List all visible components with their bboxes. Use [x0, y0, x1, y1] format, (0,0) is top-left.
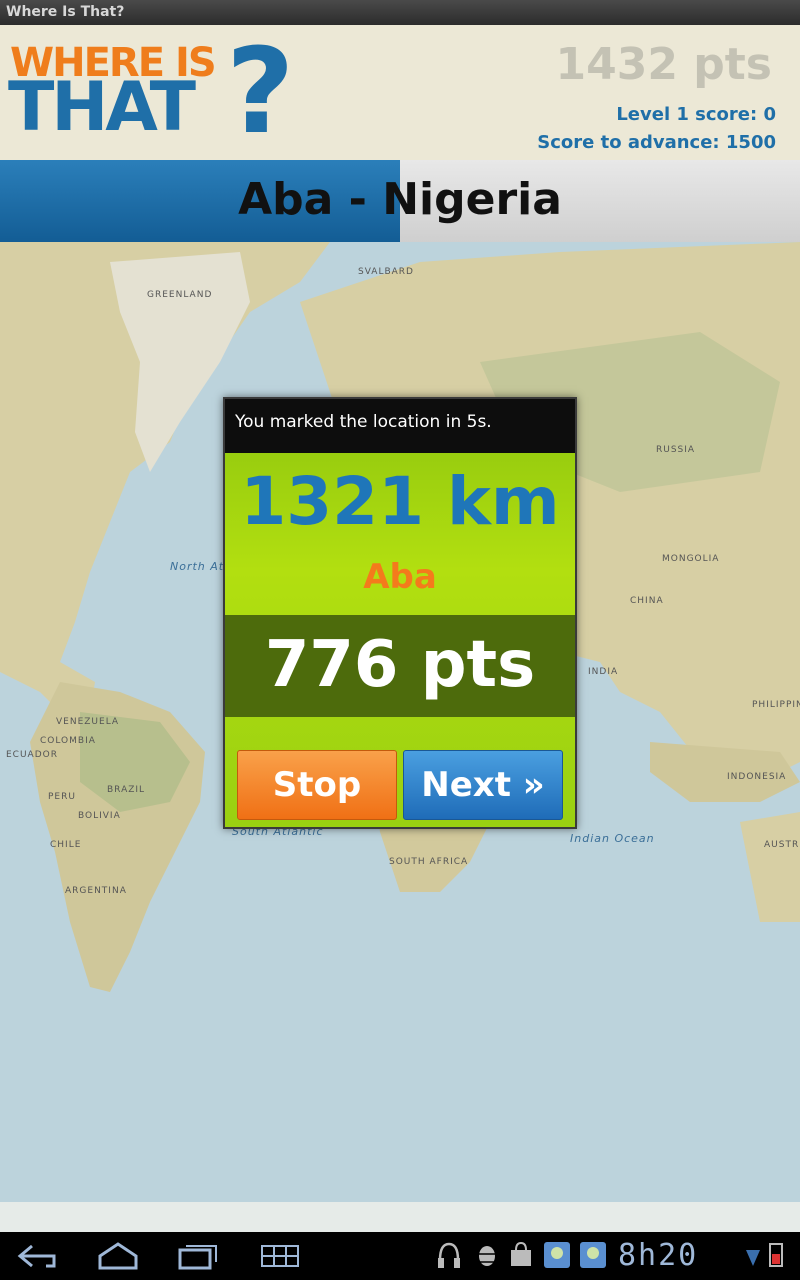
stop-button[interactable]: Stop: [237, 750, 397, 820]
battery-icon: [769, 1243, 783, 1267]
home-icon[interactable]: [96, 1240, 140, 1272]
map-label-north-atlantic: North At: [170, 560, 225, 573]
round-points: 776 pts: [264, 628, 536, 702]
android-debug-icon: [476, 1246, 498, 1266]
recent-apps-icon[interactable]: [176, 1240, 220, 1272]
wifi-icon: [746, 1250, 760, 1266]
score-to-advance: Score to advance: 1500: [537, 132, 776, 153]
back-icon[interactable]: [16, 1240, 60, 1272]
map-label-philippines: PHILIPPINES: [752, 700, 800, 710]
map-label-peru: PERU: [48, 792, 76, 802]
location-bar: Aba - Nigeria: [0, 160, 800, 242]
map-label-indian-ocean: Indian Ocean: [570, 832, 655, 845]
result-message: You marked the location in 5s.: [225, 399, 575, 453]
map-label-venezuela: VENEZUELA: [56, 717, 120, 727]
map-label-colombia: COLOMBIA: [40, 736, 96, 746]
app-notification-icon: [580, 1242, 606, 1268]
map-label-south-africa: SOUTH AFRICA: [389, 857, 469, 867]
shopping-bag-icon: [511, 1241, 531, 1266]
result-dialog: You marked the location in 5s. 1321 km A…: [223, 397, 577, 829]
distance-value: 1321 km: [240, 463, 560, 540]
app-notification-icon: [544, 1242, 570, 1268]
level-score: Level 1 score: 0: [616, 104, 776, 125]
total-points: 1432 pts: [555, 39, 773, 90]
map-label-greenland: GREENLAND: [147, 290, 213, 300]
map-label-indonesia: INDONESIA: [727, 772, 787, 782]
map-label-argentina: ARGENTINA: [65, 886, 127, 896]
map-label-mongolia: MONGOLIA: [662, 554, 720, 564]
landmass-antarctica: [0, 1202, 800, 1232]
menu-grid-icon[interactable]: [258, 1240, 302, 1272]
map-label-bolivia: BOLIVIA: [78, 811, 121, 821]
map-label-ecuador: ECUADOR: [6, 750, 58, 760]
map-label-australia: AUSTR: [764, 840, 800, 850]
landmass-australia: [740, 812, 800, 922]
window-title: Where Is That?: [0, 0, 800, 25]
logo-question-mark: ?: [226, 22, 295, 160]
map-label-brazil: BRAZIL: [107, 785, 146, 795]
map-label-chile: CHILE: [50, 840, 82, 850]
map-label-russia: RUSSIA: [656, 445, 696, 455]
map-label-svalbard: SVALBARD: [358, 267, 414, 277]
logo-that-text: THAT: [8, 68, 196, 147]
map-label-india: INDIA: [588, 667, 619, 677]
app-header: WHERE IS THAT ? 1432 pts Level 1 score: …: [0, 25, 800, 160]
target-location-name: Aba - Nigeria: [238, 174, 562, 225]
map-label-china: CHINA: [630, 596, 664, 606]
status-clock: 8h20: [618, 1238, 699, 1273]
app-logo: WHERE IS THAT ?: [8, 31, 308, 157]
system-nav-bar: 8h20: [0, 1232, 800, 1280]
headphones-icon: [438, 1242, 460, 1268]
city-name: Aba: [363, 557, 437, 597]
next-button[interactable]: Next »: [403, 750, 563, 820]
